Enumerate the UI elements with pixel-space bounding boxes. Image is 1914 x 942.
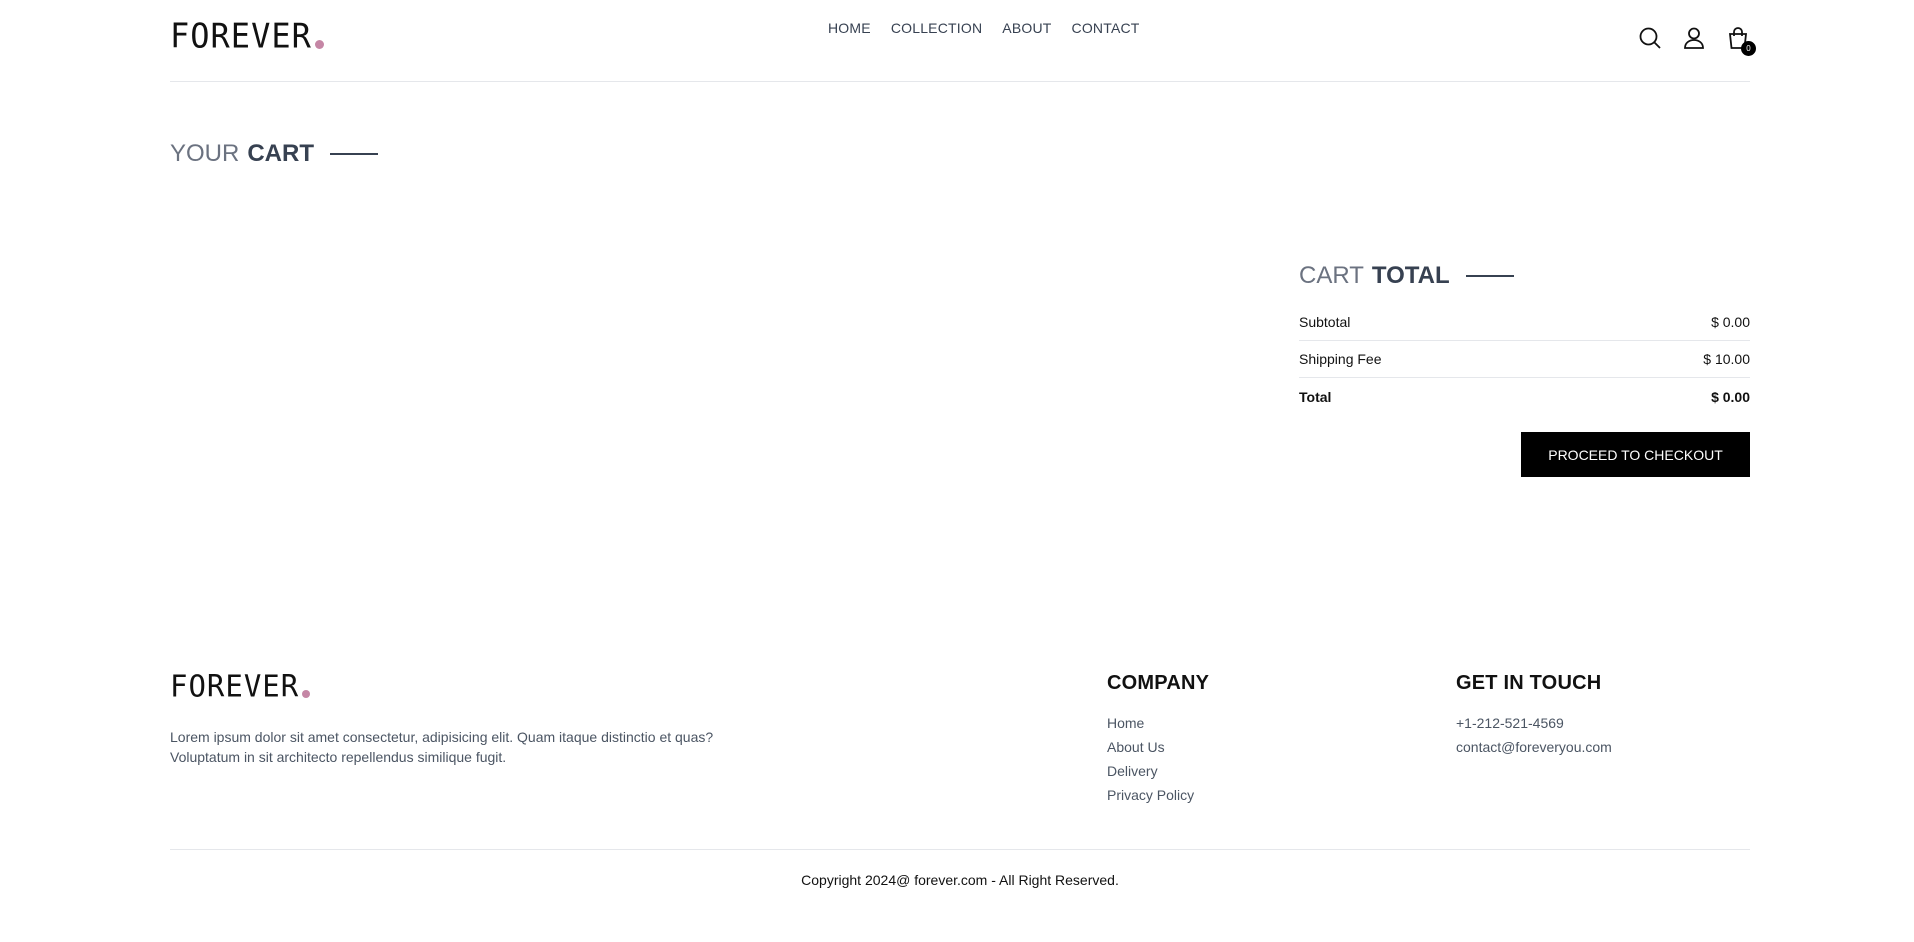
shipping-row: Shipping Fee $ 10.00 (1299, 341, 1750, 378)
cart-title-bold: CART (247, 140, 314, 167)
subtotal-label: Subtotal (1299, 314, 1351, 330)
contact-phone: +1-212-521-4569 (1456, 715, 1564, 731)
cart-total-title-light: CART (1299, 262, 1364, 289)
proceed-to-checkout-button[interactable]: PROCEED TO CHECKOUT (1521, 432, 1750, 477)
footer-description-line: Lorem ipsum dolor sit amet consectetur, … (170, 729, 714, 745)
cart-title-light: YOUR (170, 140, 240, 167)
nav-contact[interactable]: CONTACT (1072, 20, 1140, 36)
footer: FOREVER Lorem ipsum dolor sit amet conse… (170, 668, 1750, 848)
footer-logo[interactable]: FOREVER (170, 668, 311, 704)
cart-total-title: CART TOTAL (1299, 262, 1750, 290)
subtotal-row: Subtotal $ 0.00 (1299, 304, 1750, 341)
company-heading: COMPANY (1107, 672, 1210, 694)
copyright-text: Copyright 2024@ forever.com - All Right … (801, 872, 1119, 888)
footer-contact-column: GET IN TOUCH +1-212-521-4569 contact@for… (1456, 672, 1612, 761)
copyright-bar: Copyright 2024@ forever.com - All Right … (170, 849, 1750, 888)
shipping-label: Shipping Fee (1299, 351, 1382, 367)
contact-email[interactable]: contact@foreveryou.com (1456, 737, 1612, 757)
profile-icon[interactable] (1682, 26, 1706, 50)
logo-text: FOREVER (170, 16, 312, 56)
footer-link-home[interactable]: Home (1107, 713, 1209, 733)
footer-link-about[interactable]: About Us (1107, 737, 1209, 757)
logo-dot (302, 690, 311, 698)
header-icons: 0 (1638, 26, 1756, 56)
contact-heading: GET IN TOUCH (1456, 672, 1602, 694)
footer-link-delivery[interactable]: Delivery (1107, 761, 1209, 781)
main-nav: HOME COLLECTION ABOUT CONTACT (828, 20, 1140, 36)
footer-company-column: COMPANY Home About Us Delivery Privacy P… (1107, 672, 1209, 809)
cart-total-title-bold: TOTAL (1371, 262, 1450, 289)
total-row: Total $ 0.00 (1299, 378, 1750, 415)
footer-link-privacy[interactable]: Privacy Policy (1107, 785, 1209, 805)
subtotal-value: $ 0.00 (1711, 314, 1750, 330)
nav-collection[interactable]: COLLECTION (891, 20, 982, 36)
footer-logo-text: FOREVER (170, 668, 300, 704)
logo-dot (314, 40, 324, 49)
footer-description: Lorem ipsum dolor sit amet consectetur, … (170, 727, 770, 767)
nav-about[interactable]: ABOUT (1002, 20, 1051, 36)
header: FOREVER HOME COLLECTION ABOUT CONTACT 0 (170, 0, 1756, 82)
total-label: Total (1299, 388, 1332, 405)
title-divider-line (1465, 275, 1514, 277)
nav-home[interactable]: HOME (828, 20, 871, 36)
title-divider-line (330, 153, 378, 155)
search-icon[interactable] (1638, 26, 1662, 50)
total-value: $ 0.00 (1711, 388, 1750, 405)
logo[interactable]: FOREVER (170, 16, 324, 56)
cart-icon[interactable]: 0 (1726, 26, 1756, 56)
shipping-value: $ 10.00 (1703, 351, 1750, 367)
cart-total-panel: CART TOTAL Subtotal $ 0.00 Shipping Fee … (1299, 262, 1750, 477)
cart-count-badge: 0 (1741, 41, 1756, 56)
cart-title: YOUR CART (170, 140, 1750, 168)
footer-description-line: Voluptatum in sit architecto repellendus… (170, 749, 507, 765)
